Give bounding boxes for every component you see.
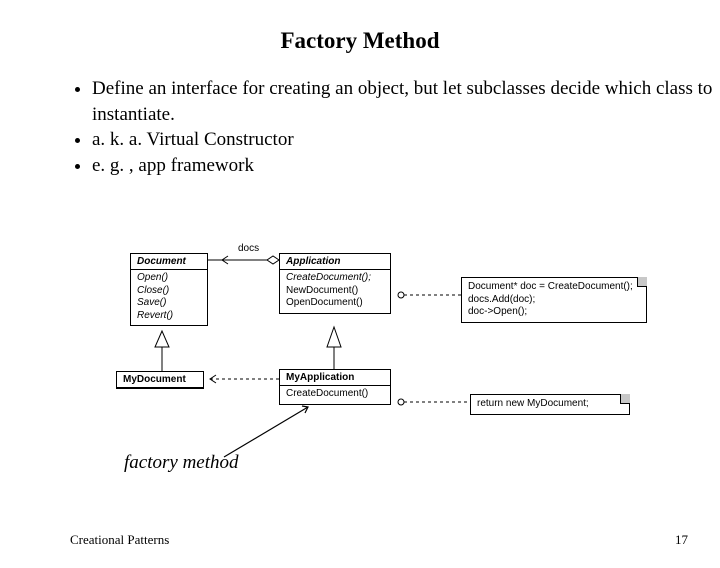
page-number: 17 (675, 532, 688, 548)
bullet-item: a. k. a. Virtual Constructor (92, 127, 720, 153)
factory-method-label: factory method (124, 452, 239, 474)
bullet-item: Define an interface for creating an obje… (92, 76, 720, 127)
bullet-item: e. g. , app framework (92, 153, 720, 179)
diagram-connectors (116, 247, 676, 477)
page-title: Factory Method (0, 28, 720, 54)
uml-diagram: Document Open() Close() Save() Revert() … (116, 247, 666, 447)
footer-category: Creational Patterns (70, 532, 169, 548)
bullet-list: Define an interface for creating an obje… (70, 76, 720, 179)
